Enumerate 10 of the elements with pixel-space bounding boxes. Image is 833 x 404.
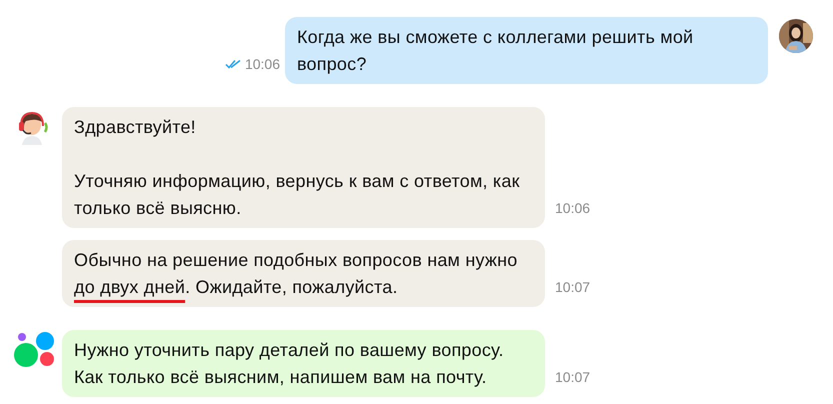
- message-time: 10:07: [555, 369, 590, 385]
- message-time: 10:07: [555, 279, 590, 295]
- message-text: Когда же вы сможете с коллегами решить мой вопрос?: [297, 26, 694, 76]
- message-text: Обычно на решение подобных вопросов нам нужно до двух дней. Ожидайте, пожалуйста.: [74, 249, 518, 299]
- logo-icon: [14, 332, 54, 368]
- message-text: Здравствуйте!: [74, 116, 197, 139]
- message-text: Уточняю информацию, вернусь к вам с ответом, как только всё выясню.: [74, 170, 521, 220]
- message-time: 10:06: [244, 56, 280, 72]
- message-text: Нужно уточнить пару деталей по вашему вопросу. Как только всё выясним, напишем вам на почту.: [74, 339, 505, 389]
- message-time: 10:06: [555, 200, 590, 216]
